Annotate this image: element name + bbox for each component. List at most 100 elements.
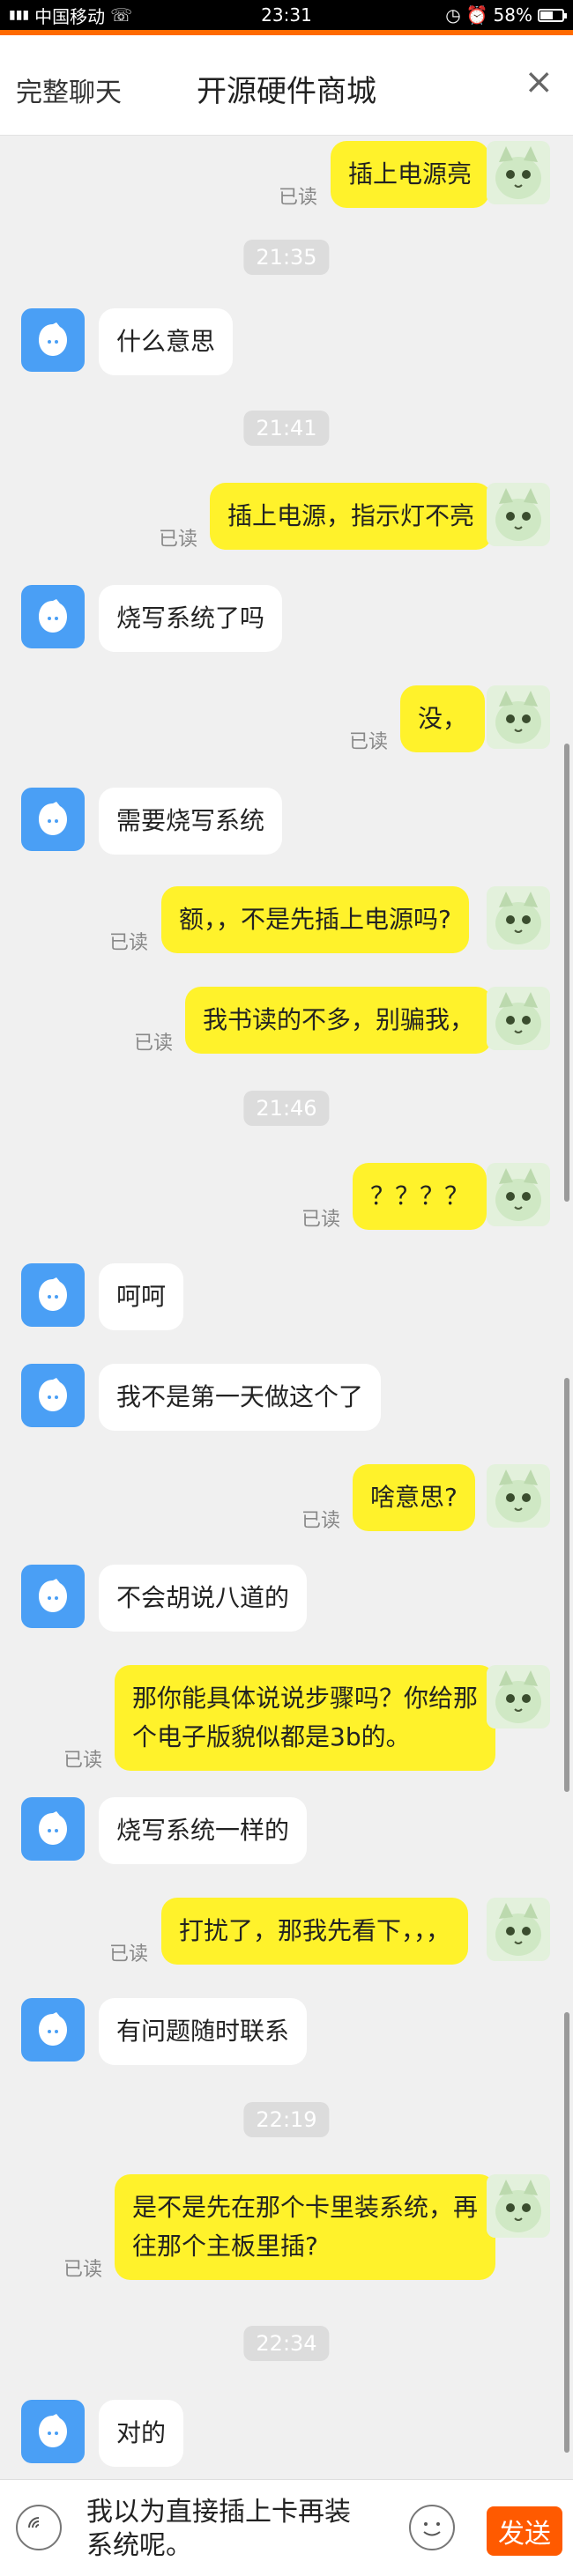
bot-avatar-icon: [39, 1579, 67, 1612]
message-bubble[interactable]: 那你能具体说说步骤吗？你给那 个电子版貌似都是3b的。: [115, 1665, 496, 1771]
read-status: 已读: [63, 1750, 103, 1772]
cat-avatar-icon: [487, 1163, 550, 1226]
carrier-label: 中国移动: [34, 5, 106, 27]
message-out: 是不是先在那个卡里装系统，再 往那个主板里插?: [115, 2174, 496, 2280]
user-avatar[interactable]: [487, 1163, 550, 1226]
message-in: 需要烧写系统: [99, 788, 283, 855]
user-avatar[interactable]: [487, 1898, 550, 1961]
message-in: 烧写系统了吗: [99, 585, 283, 652]
message-bubble[interactable]: 呵呵: [99, 1263, 184, 1330]
cat-avatar-icon: [487, 2174, 550, 2238]
message-bubble[interactable]: 有问题随时联系: [99, 1998, 308, 2065]
send-button[interactable]: 发送: [487, 2506, 562, 2556]
message-bubble[interactable]: 我不是第一天做这个了: [99, 1364, 382, 1431]
read-status: 已读: [279, 187, 318, 209]
scrollbar[interactable]: [564, 2012, 569, 2453]
emoji-icon: [423, 2522, 441, 2536]
message-bubble[interactable]: 是不是先在那个卡里装系统，再 往那个主板里插?: [115, 2174, 496, 2280]
scrollbar[interactable]: [564, 744, 569, 1202]
user-avatar[interactable]: [487, 483, 550, 546]
voice-button[interactable]: [16, 2505, 62, 2550]
user-avatar[interactable]: [487, 141, 550, 204]
bot-avatar-icon: [39, 322, 67, 356]
message-out: ？？？？: [353, 1163, 487, 1230]
voice-icon: [28, 2517, 40, 2528]
message-bubble[interactable]: 啥意思?: [353, 1464, 475, 1531]
message-bubble[interactable]: 烧写系统了吗: [99, 585, 283, 652]
bot-avatar[interactable]: [21, 788, 85, 851]
message-bubble[interactable]: 不会胡说八道的: [99, 1565, 308, 1632]
input-bar: 我以为直接插上卡再装 系统呢。 发送: [0, 2479, 573, 2576]
cat-avatar-icon: [487, 1898, 550, 1961]
timestamp: 22:34: [243, 2326, 330, 2361]
status-bar: ▮▮▮ 中国移动 ☏ 23:31 ◷ ⏰ 58%: [0, 0, 573, 30]
read-status: 已读: [109, 1943, 149, 1965]
bot-avatar[interactable]: [21, 1797, 85, 1861]
lock-icon: ◷: [445, 4, 461, 26]
bot-avatar-icon: [39, 1811, 67, 1845]
timestamp: 21:41: [243, 411, 330, 446]
bot-avatar[interactable]: [21, 1565, 85, 1628]
page-title: 开源硬件商城: [197, 74, 376, 109]
message-bubble[interactable]: 我书读的不多，别骗我，: [185, 987, 493, 1054]
timestamp: 21:35: [243, 240, 330, 275]
cat-avatar-icon: [487, 685, 550, 749]
bot-avatar-icon: [39, 2414, 67, 2447]
bot-avatar-icon: [39, 599, 67, 633]
message-bubble[interactable]: 插上电源亮: [331, 141, 490, 208]
chat-log[interactable]: 插上电源亮 已读 21:35 什么意思 21:41 插上电源，指示灯不亮 已读: [0, 136, 573, 2479]
message-bubble[interactable]: 没，: [400, 685, 486, 752]
bot-avatar-icon: [39, 802, 67, 835]
emoji-button[interactable]: [409, 2505, 455, 2550]
battery-icon: [538, 8, 567, 22]
bot-avatar[interactable]: [21, 1364, 85, 1427]
status-right: ◷ ⏰ 58%: [445, 4, 567, 26]
read-status: 已读: [349, 731, 389, 753]
cat-avatar-icon: [487, 141, 550, 204]
bot-avatar[interactable]: [21, 585, 85, 648]
message-bubble[interactable]: 打扰了，那我先看下，，，: [161, 1898, 469, 1965]
bot-avatar-icon: [39, 2012, 67, 2046]
message-in: 不会胡说八道的: [99, 1565, 308, 1632]
close-icon[interactable]: ×: [524, 62, 554, 102]
read-status: 已读: [134, 1033, 174, 1055]
message-in: 对的: [99, 2400, 184, 2467]
bot-avatar[interactable]: [21, 308, 85, 372]
user-avatar[interactable]: [487, 987, 550, 1050]
user-avatar[interactable]: [487, 886, 550, 950]
user-avatar[interactable]: [487, 2174, 550, 2238]
message-bubble[interactable]: ？？？？: [353, 1163, 487, 1230]
read-status: 已读: [63, 2259, 103, 2281]
call-icon: ☏: [110, 4, 133, 26]
message-bubble[interactable]: 需要烧写系统: [99, 788, 283, 855]
bot-avatar-icon: [39, 1378, 67, 1411]
bot-avatar[interactable]: [21, 1263, 85, 1327]
read-status: 已读: [301, 1209, 341, 1231]
message-bubble[interactable]: 额，，不是先插上电源吗?: [161, 886, 469, 953]
message-in: 我不是第一天做这个了: [99, 1364, 382, 1431]
user-avatar[interactable]: [487, 1464, 550, 1528]
message-out: 插上电源，指示灯不亮: [210, 483, 493, 550]
message-out: 打扰了，那我先看下，，，: [161, 1898, 469, 1965]
message-bubble[interactable]: 对的: [99, 2400, 184, 2467]
timestamp: 21:46: [243, 1091, 330, 1126]
bot-avatar[interactable]: [21, 2400, 85, 2463]
user-avatar[interactable]: [487, 1665, 550, 1728]
message-in: 烧写系统一样的: [99, 1797, 308, 1864]
message-out: 我书读的不多，别骗我，: [185, 987, 493, 1054]
message-bubble[interactable]: 什么意思: [99, 308, 234, 375]
message-bubble[interactable]: 插上电源，指示灯不亮: [210, 483, 493, 550]
message-out: 那你能具体说说步骤吗？你给那 个电子版貌似都是3b的。: [115, 1665, 496, 1771]
cat-avatar-icon: [487, 987, 550, 1050]
cat-avatar-icon: [487, 1665, 550, 1728]
message-input[interactable]: 我以为直接插上卡再装 系统呢。: [76, 2494, 393, 2563]
message-out: 插上电源亮: [331, 141, 490, 208]
message-in: 什么意思: [99, 308, 234, 375]
status-left: ▮▮▮ 中国移动 ☏: [9, 3, 132, 28]
bot-avatar[interactable]: [21, 1998, 85, 2062]
scrollbar[interactable]: [564, 1378, 569, 1792]
bot-avatar-icon: [39, 1277, 67, 1311]
user-avatar[interactable]: [487, 685, 550, 749]
message-out: 额，，不是先插上电源吗?: [161, 886, 469, 953]
message-bubble[interactable]: 烧写系统一样的: [99, 1797, 308, 1864]
